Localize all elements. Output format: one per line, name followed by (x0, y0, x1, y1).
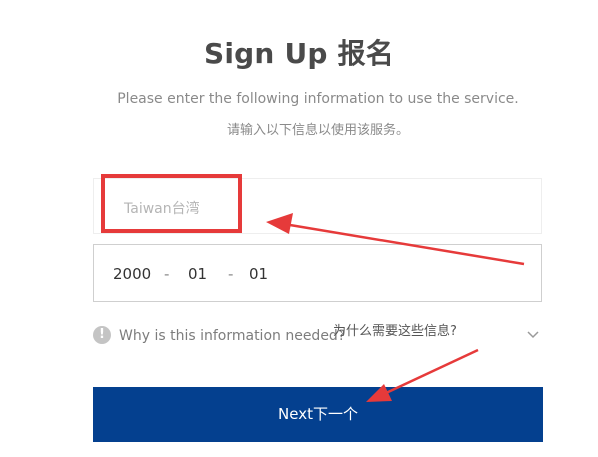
page-title: Sign Up 报名 (203, 37, 395, 70)
birthdate-field[interactable]: 2000 - 01 - 01 (93, 244, 542, 302)
info-icon: ! (93, 326, 111, 344)
why-label-chinese: 为什么需要这些信息? (333, 324, 457, 339)
chevron-down-icon[interactable] (525, 326, 541, 342)
why-label: Why is this information needed? (119, 328, 346, 344)
date-separator: - (164, 265, 170, 283)
why-info-toggle[interactable]: ! Why is this information needed? 为什么需要这… (93, 324, 545, 347)
date-separator: - (228, 265, 234, 283)
annotation-highlight-box (101, 174, 242, 233)
birth-day[interactable]: 01 (249, 265, 268, 283)
birth-month[interactable]: 01 (188, 265, 207, 283)
subtitle-english: Please enter the following information t… (117, 91, 519, 107)
next-button[interactable]: Next下一个 (93, 387, 543, 442)
subtitle-chinese: 请输入以下信息以使用该服务。 (226, 123, 409, 138)
birth-year[interactable]: 2000 (113, 265, 151, 283)
